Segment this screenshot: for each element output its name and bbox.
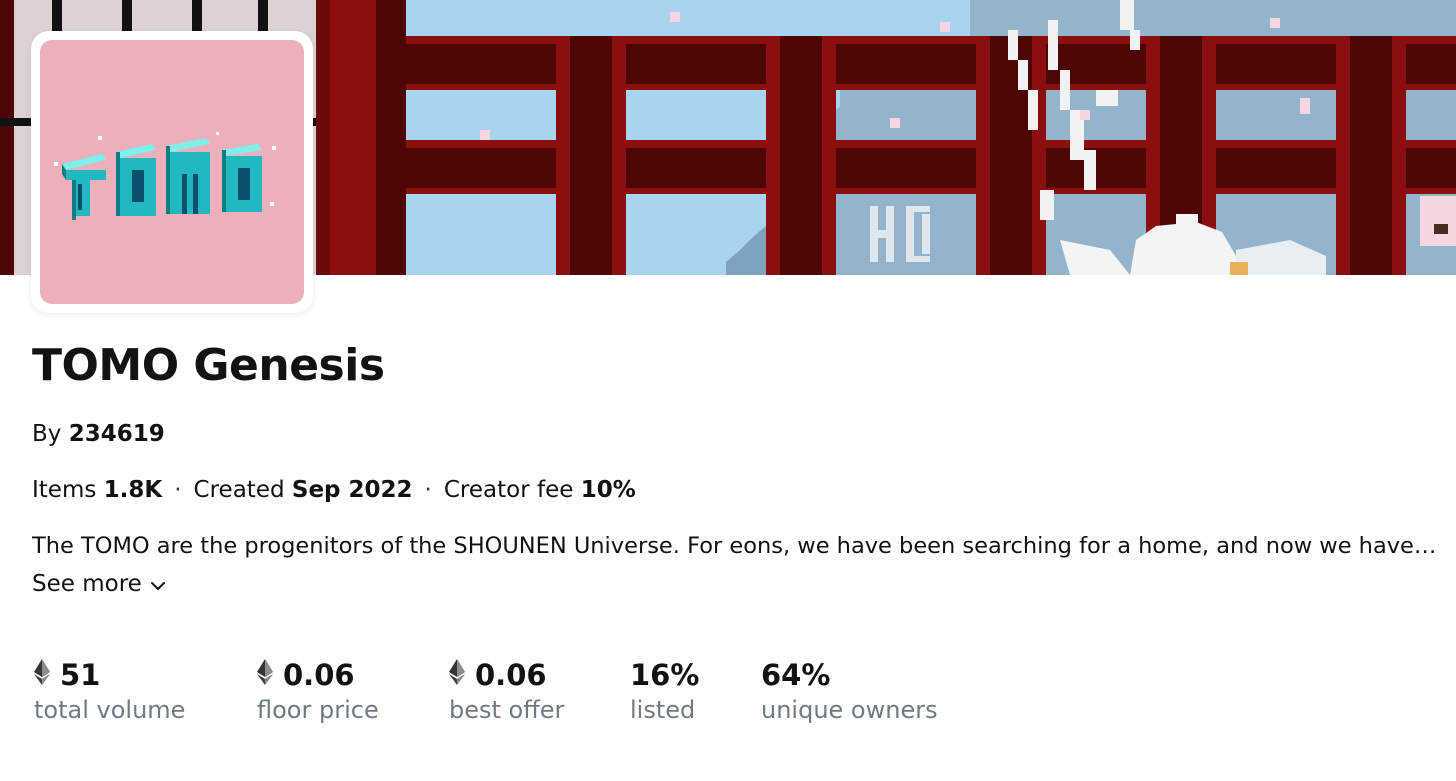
eth-icon [449,658,465,692]
collection-avatar [31,31,313,313]
created-value: Sep 2022 [291,477,413,503]
collection-description: The TOMO are the progenitors of the SHOU… [32,533,1442,559]
stat-value: 16% [630,658,700,692]
stat-label: total volume [34,696,186,724]
see-more-button[interactable]: See more [32,571,166,597]
stat-label: floor price [257,696,379,724]
eth-icon [34,658,50,692]
chevron-down-icon [150,571,166,597]
stat-label: best offer [449,696,565,724]
collection-meta: Items 1.8K · Created Sep 2022 · Creator … [32,477,636,503]
stat-unique-owners: 64% unique owners [761,656,938,724]
fee-value: 10% [580,477,636,503]
stat-floor-price: 0.06 floor price [257,656,379,724]
stat-value: 0.06 [475,658,547,692]
creator-byline: By 234619 [32,421,165,447]
by-prefix: By [32,421,62,447]
fee-label: Creator fee [443,477,574,503]
stat-best-offer: 0.06 best offer [449,656,564,724]
collection-title: TOMO Genesis [32,340,385,391]
stat-value: 64% [761,658,831,692]
stat-label: listed [630,696,696,724]
meta-separator: · [174,477,182,503]
stat-total-volume: 51 total volume [34,656,185,724]
meta-separator: · [424,477,432,503]
creator-link[interactable]: 234619 [69,421,165,447]
stat-label: unique owners [761,696,938,724]
collection-logo [40,40,304,304]
tomo-logo-art [54,132,276,220]
stat-value: 0.06 [283,658,355,692]
created-label: Created [193,477,285,503]
items-value: 1.8K [103,477,163,503]
items-label: Items [32,477,97,503]
stat-value: 51 [60,658,101,692]
stat-listed: 16% listed [630,656,699,724]
see-more-label: See more [32,571,142,597]
eth-icon [257,658,273,692]
